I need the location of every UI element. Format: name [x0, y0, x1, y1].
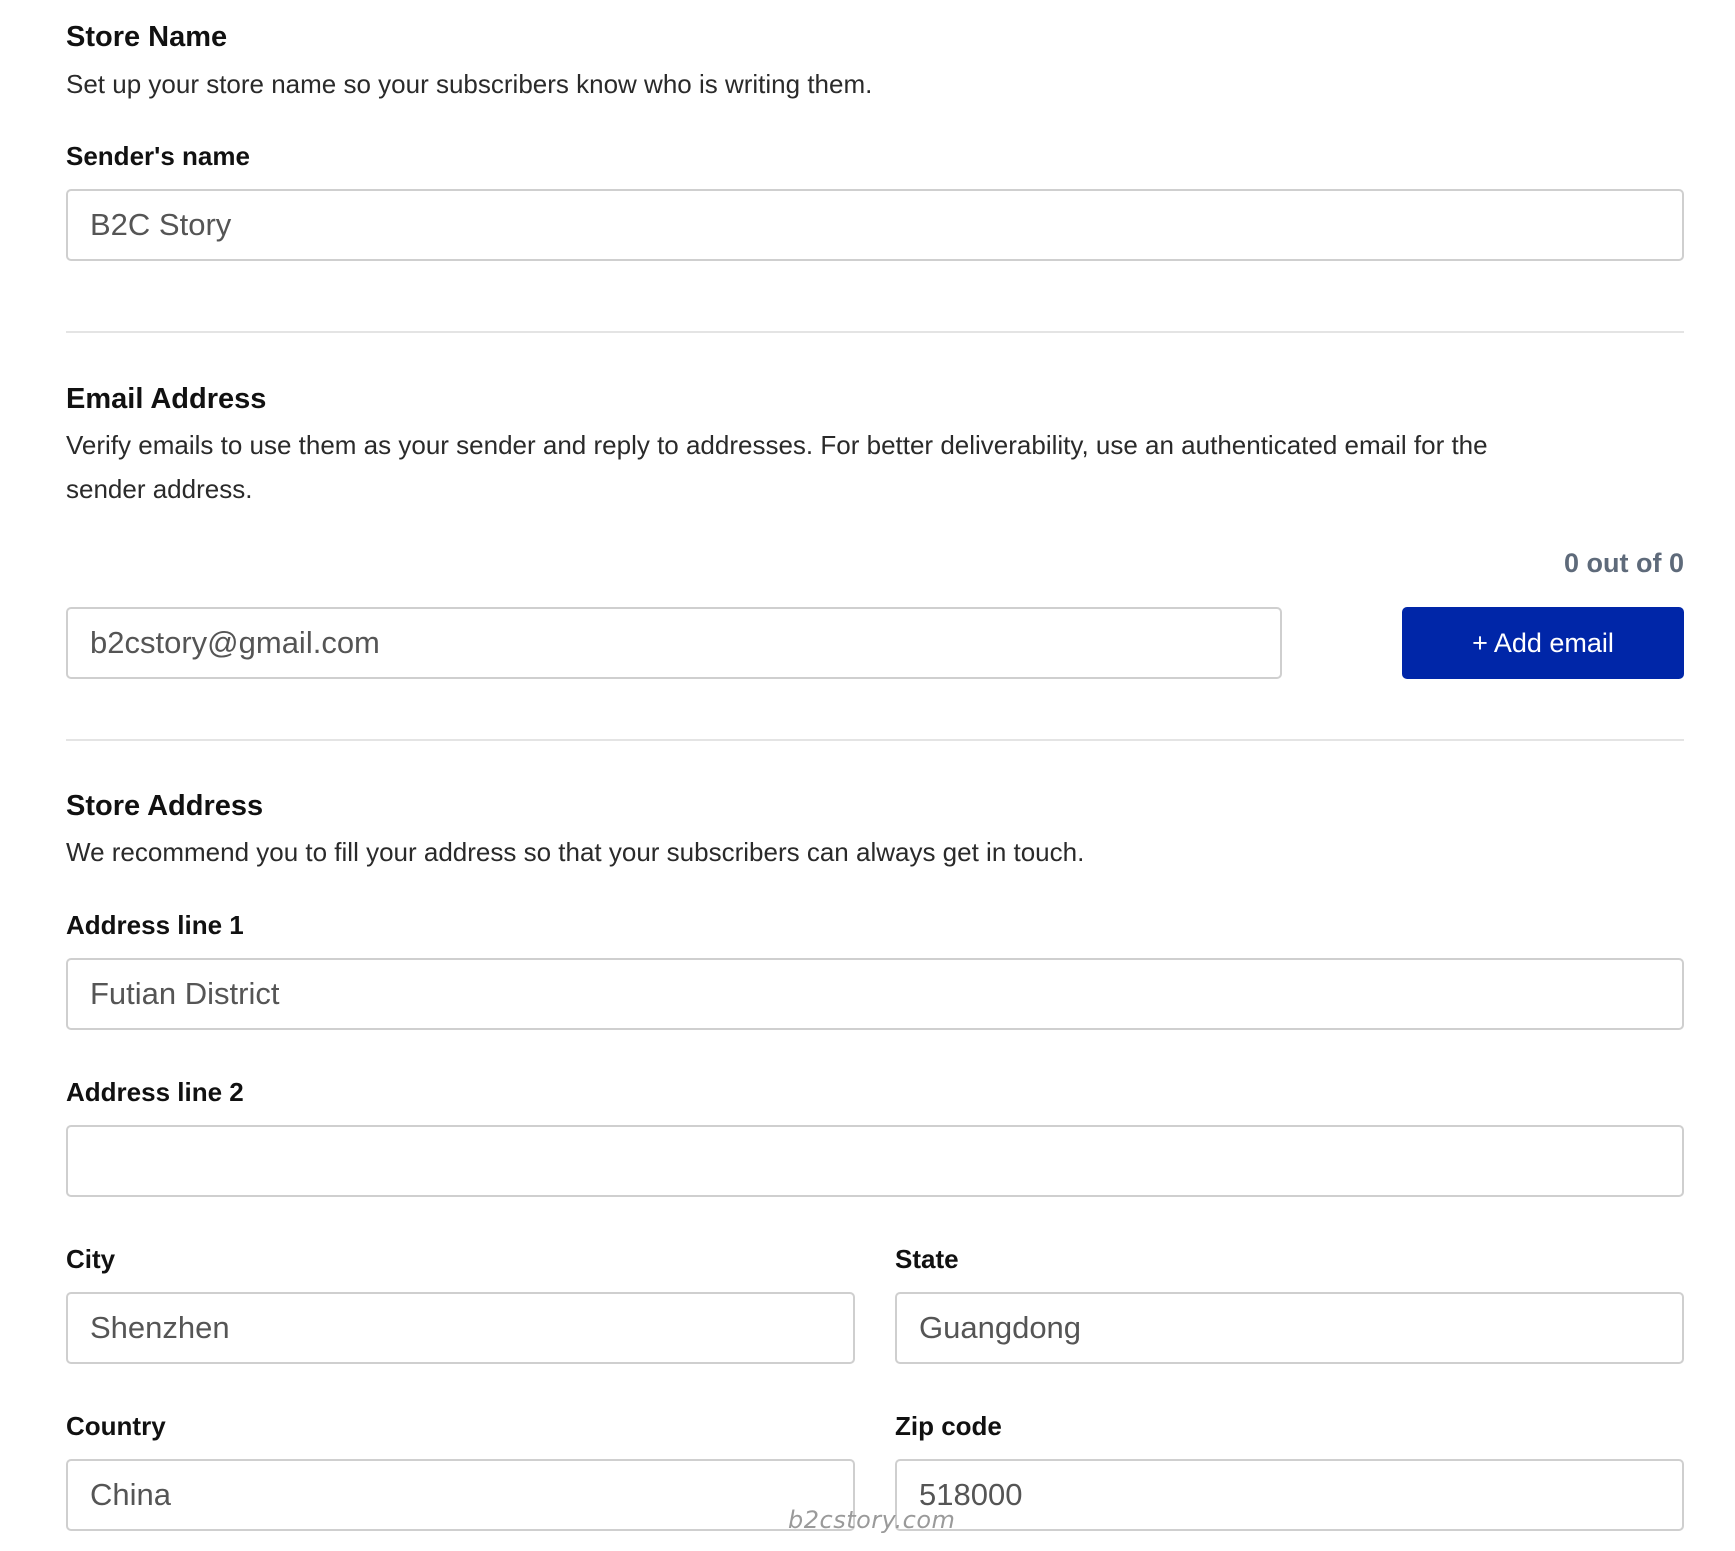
address-line2-label: Address line 2	[66, 1077, 244, 1107]
city-input[interactable]: Shenzhen	[66, 1292, 855, 1364]
state-label: State	[895, 1244, 959, 1274]
email-input[interactable]: b2cstory@gmail.com	[66, 607, 1282, 679]
address-line1-label: Address line 1	[66, 910, 244, 940]
email-value: b2cstory@gmail.com	[90, 625, 380, 660]
add-email-button[interactable]: + Add email	[1402, 607, 1684, 679]
city-label: City	[66, 1244, 116, 1274]
state-value: Guangdong	[919, 1310, 1082, 1345]
store-address-title: Store Address	[66, 790, 264, 822]
country-label: Country	[66, 1411, 166, 1441]
section-divider	[66, 331, 1684, 333]
store-name-description: Set up your store name so your subscribe…	[66, 69, 873, 99]
sender-name-input[interactable]: B2C Story	[66, 189, 1684, 261]
state-input[interactable]: Guangdong	[895, 1292, 1684, 1364]
email-description-line2: sender address.	[66, 474, 253, 504]
address-line2-input[interactable]	[66, 1125, 1684, 1197]
store-address-description: We recommend you to fill your address so…	[66, 837, 1085, 867]
zip-code-label: Zip code	[895, 1411, 1002, 1441]
address-line1-input[interactable]: Futian District	[66, 958, 1684, 1030]
sender-name-value: B2C Story	[90, 207, 232, 242]
city-value: Shenzhen	[90, 1310, 230, 1345]
email-address-title: Email Address	[66, 383, 267, 415]
watermark: b2cstory.com	[788, 1506, 956, 1534]
email-counter: 0 out of 0	[1564, 548, 1684, 578]
sender-name-label: Sender's name	[66, 141, 250, 171]
store-name-title: Store Name	[66, 21, 228, 53]
address-line1-value: Futian District	[90, 976, 280, 1011]
country-input[interactable]: China	[66, 1459, 855, 1531]
email-description-line1: Verify emails to use them as your sender…	[66, 430, 1488, 460]
zip-code-input[interactable]: 518000	[895, 1459, 1684, 1531]
country-value: China	[90, 1477, 171, 1512]
section-divider	[66, 739, 1684, 741]
